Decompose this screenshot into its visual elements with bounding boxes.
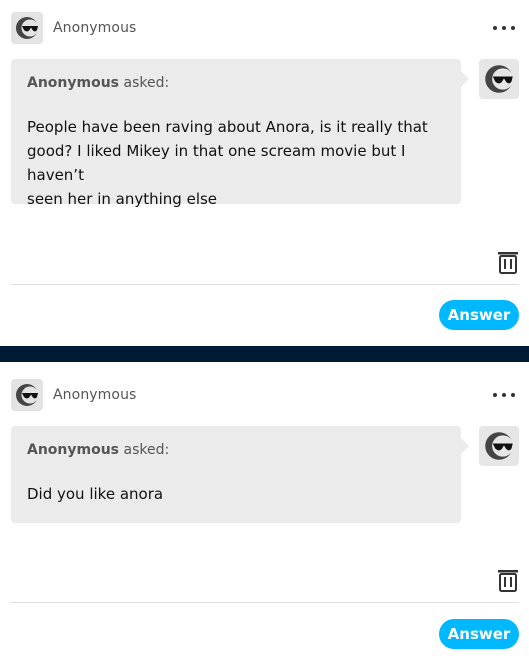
sunglasses-face-icon: [485, 432, 514, 460]
question-text: People have been raving about Anora, is …: [27, 115, 447, 211]
asker-avatar[interactable]: [479, 59, 519, 99]
answer-button[interactable]: Answer: [439, 300, 519, 330]
answer-button[interactable]: Answer: [439, 619, 519, 649]
asker-line: Anonymous asked:: [27, 75, 169, 91]
username[interactable]: Anonymous: [53, 387, 136, 403]
question-line: People have been raving about Anora, is …: [27, 118, 428, 136]
asker-name: Anonymous: [27, 75, 120, 91]
username[interactable]: Anonymous: [53, 20, 136, 36]
question-bubble: Anonymous asked: People have been raving…: [11, 59, 469, 208]
question-bubble: Anonymous asked: Did you like anora: [11, 426, 469, 523]
asker-avatar[interactable]: [479, 426, 519, 466]
question-line: seen her in anything else: [27, 190, 218, 208]
question-text: Did you like anora: [27, 482, 447, 506]
asked-label: asked:: [123, 75, 170, 91]
asked-label: asked:: [123, 442, 170, 458]
ask-post-1: Anonymous Anonymous asked: People have b…: [0, 0, 529, 346]
question-line: good? I liked Mikey in that one scream m…: [27, 142, 406, 184]
asker-name: Anonymous: [27, 442, 120, 458]
sunglasses-face-icon: [16, 17, 39, 39]
asker-line: Anonymous asked:: [27, 442, 169, 458]
avatar[interactable]: [11, 379, 43, 411]
question-line: Did you like anora: [27, 485, 164, 503]
sunglasses-face-icon: [16, 384, 39, 406]
trash-icon[interactable]: [497, 568, 519, 592]
more-dots-icon[interactable]: [493, 21, 515, 35]
ask-post-2: Anonymous Anonymous asked: Did you like …: [0, 362, 529, 663]
divider: [11, 284, 519, 285]
divider: [11, 602, 519, 603]
post-separator: [0, 346, 529, 362]
avatar[interactable]: [11, 12, 43, 44]
sunglasses-face-icon: [485, 65, 514, 93]
more-dots-icon[interactable]: [493, 388, 515, 402]
trash-icon[interactable]: [497, 250, 519, 274]
